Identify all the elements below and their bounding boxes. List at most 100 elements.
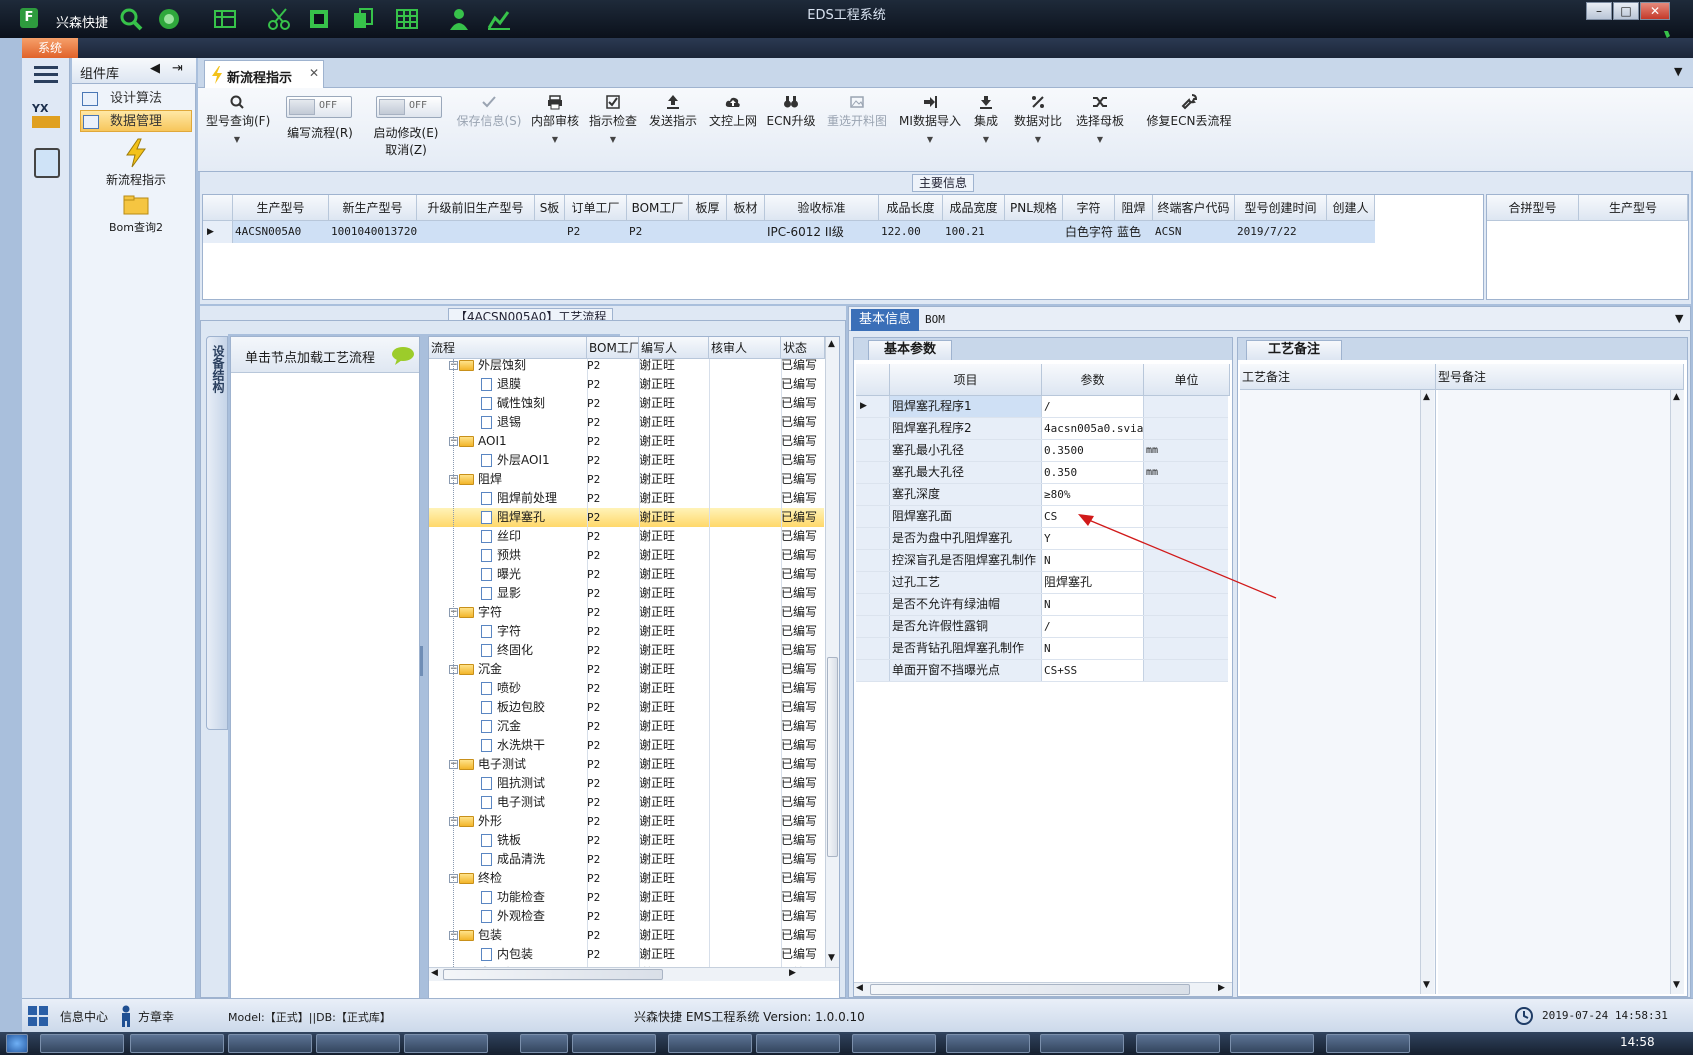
minimize-button[interactable]: – [1586, 2, 1612, 20]
menu-icon[interactable] [34, 64, 58, 84]
table-cell[interactable]: P2 [565, 221, 627, 243]
column-header[interactable]: 生产型号 [233, 195, 329, 221]
send-instruction-button[interactable]: 发送指示 [646, 92, 700, 162]
param-value[interactable]: 0.3500 [1042, 440, 1144, 461]
library-item-data-management[interactable]: 数据管理 [80, 110, 192, 132]
list-item[interactable]: 曝光 P2 谢正旺 已编写 [429, 565, 824, 584]
param-value[interactable]: / [1042, 616, 1144, 637]
list-item[interactable]: − 外形 P2 谢正旺 已编写 [429, 812, 824, 831]
list-item[interactable]: 喷砂 P2 谢正旺 已编写 [429, 679, 824, 698]
splitter-handle[interactable] [420, 646, 426, 676]
column-header[interactable]: 流程 [429, 337, 587, 359]
tool-new-flow-instruction[interactable]: 新流程指示 [80, 138, 192, 188]
instruction-check-button[interactable]: 指示检查 ▼ [588, 92, 638, 162]
table-cell[interactable]: 白色字符 [1063, 221, 1115, 243]
param-value[interactable]: N [1042, 638, 1144, 659]
process-tree[interactable]: 流程 BOM工厂 编写人 核审人 状态 − 外层蚀刻 P2 谢正旺 已编写 退膜 P2 谢正旺 已编写碱… [428, 336, 840, 1004]
list-item[interactable]: − 终检 P2 谢正旺 已编写 [429, 869, 824, 888]
internal-review-button[interactable]: 内部审核 ▼ [530, 92, 580, 162]
column-header[interactable]: 型号创建时间 [1235, 195, 1327, 221]
column-header[interactable]: S板 [535, 195, 565, 221]
column-header[interactable]: 合拼型号 [1487, 195, 1579, 221]
list-item[interactable]: 铣板 P2 谢正旺 已编写 [429, 831, 824, 850]
speech-bubble-icon[interactable] [391, 345, 415, 365]
table-row[interactable]: 塞孔深度 ≥80% [856, 484, 1228, 506]
process-notes-tab[interactable]: 工艺备注 [1246, 340, 1342, 360]
table-row[interactable]: 是否背钻孔阻焊塞孔制作 N [856, 638, 1228, 660]
table-row[interactable]: 塞孔最大孔径 0.350 mm [856, 462, 1228, 484]
column-header[interactable]: 阻焊 [1115, 195, 1153, 221]
column-header[interactable]: 字符 [1063, 195, 1115, 221]
info-center-link[interactable]: 信息中心 [60, 1008, 108, 1025]
param-value[interactable]: ≥80% [1042, 484, 1144, 505]
column-header[interactable]: 板厚 [689, 195, 727, 221]
table-cell[interactable] [689, 221, 727, 243]
param-value[interactable]: / [1042, 396, 1144, 417]
list-item[interactable]: 功能检查 P2 谢正旺 已编写 [429, 888, 824, 907]
list-item[interactable]: 碱性蚀刻 P2 谢正旺 已编写 [429, 394, 824, 413]
integrate-button[interactable]: 集成 ▼ [968, 92, 1004, 162]
tab-dropdown-icon[interactable]: ▼ [1674, 65, 1682, 78]
model-query-button[interactable]: 型号查询(F) ▼ [206, 92, 270, 162]
reselect-chart-button[interactable]: 重选开料图 [822, 92, 892, 162]
tree-horizontal-scrollbar[interactable]: ◀ ▶ [429, 967, 839, 981]
column-header[interactable]: 编写人 [639, 337, 709, 359]
column-header[interactable]: 状态 [781, 337, 825, 359]
list-item[interactable]: 水洗烘干 P2 谢正旺 已编写 [429, 736, 824, 755]
ecn-upgrade-button[interactable]: ECN升级 [766, 92, 816, 162]
table-cell[interactable]: 2019/7/22 [1235, 221, 1327, 243]
system-tab[interactable]: 系统 [22, 38, 78, 58]
column-header[interactable]: 成品长度 [879, 195, 943, 221]
select-board-button[interactable]: 选择母板 ▼ [1072, 92, 1128, 162]
maximize-button[interactable]: □ [1613, 2, 1639, 20]
table-cell[interactable] [1327, 221, 1375, 243]
table-row[interactable]: 塞孔最小孔径 0.3500 mm [856, 440, 1228, 462]
taskbar-item[interactable] [946, 1034, 1030, 1053]
list-item[interactable]: − 阻焊 P2 谢正旺 已编写 [429, 470, 824, 489]
tree-vertical-scrollbar[interactable]: ▲ ▼ [825, 337, 839, 967]
column-header[interactable]: 核审人 [709, 337, 781, 359]
table-cell[interactable]: 4ACSN005A0 [233, 221, 329, 243]
table-cell[interactable] [535, 221, 565, 243]
table-cell[interactable] [727, 221, 765, 243]
tab-bom[interactable]: BOM [925, 309, 965, 331]
mi-import-button[interactable]: MI数据导入 ▼ [898, 92, 962, 162]
param-value[interactable]: 4acsn005a0.svia [1042, 418, 1144, 439]
calculator-icon[interactable] [34, 148, 60, 178]
taskbar-item[interactable] [1326, 1034, 1410, 1053]
taskbar-item[interactable] [756, 1034, 840, 1053]
column-header[interactable]: PNL规格 [1005, 195, 1063, 221]
list-item[interactable]: − 电子测试 P2 谢正旺 已编写 [429, 755, 824, 774]
param-value[interactable]: CS+SS [1042, 660, 1144, 681]
taskbar-item[interactable] [1230, 1034, 1314, 1053]
tab-basic-info[interactable]: 基本信息 [851, 309, 919, 331]
start-modify-toggle[interactable]: OFF [376, 96, 442, 118]
table-cell[interactable]: ACSN [1153, 221, 1235, 243]
list-item[interactable]: 电子测试 P2 谢正旺 已编写 [429, 793, 824, 812]
table-cell[interactable]: IPC-6012 II级 [765, 221, 879, 243]
column-header[interactable]: 板材 [727, 195, 765, 221]
pin-icon[interactable]: ⇥ [172, 61, 183, 76]
table-cell[interactable]: 10010400137205 [329, 221, 417, 243]
list-item[interactable]: 沉金 P2 谢正旺 已编写 [429, 717, 824, 736]
table-row[interactable]: ▶ 阻焊塞孔程序1/ [856, 396, 1228, 418]
list-item[interactable]: 退膜 P2 谢正旺 已编写 [429, 375, 824, 394]
taskbar-item[interactable] [228, 1034, 312, 1053]
list-item[interactable]: 阻焊前处理 P2 谢正旺 已编写 [429, 489, 824, 508]
list-item[interactable]: 字符 P2 谢正旺 已编写 [429, 622, 824, 641]
basic-params-tab[interactable]: 基本参数 [868, 340, 952, 360]
list-item[interactable]: 外观检查 P2 谢正旺 已编写 [429, 907, 824, 926]
list-item[interactable]: − 字符 P2 谢正旺 已编写 [429, 603, 824, 622]
column-header[interactable]: 订单工厂 [565, 195, 627, 221]
start-icon[interactable] [6, 1034, 28, 1053]
column-header[interactable]: BOM工厂 [587, 337, 639, 359]
column-header[interactable]: 成品宽度 [943, 195, 1005, 221]
table-cell[interactable]: 122.00 [879, 221, 943, 243]
side-tab-equipment-structure[interactable]: 设备结构 [206, 336, 228, 730]
taskbar-item[interactable] [572, 1034, 656, 1053]
list-item[interactable]: 终固化 P2 谢正旺 已编写 [429, 641, 824, 660]
column-header[interactable]: 参数 [1042, 364, 1144, 396]
collapse-left-icon[interactable]: ◀ [150, 61, 160, 76]
table-cell[interactable]: P2 [627, 221, 689, 243]
list-item[interactable]: 外层AOI1 P2 谢正旺 已编写 [429, 451, 824, 470]
